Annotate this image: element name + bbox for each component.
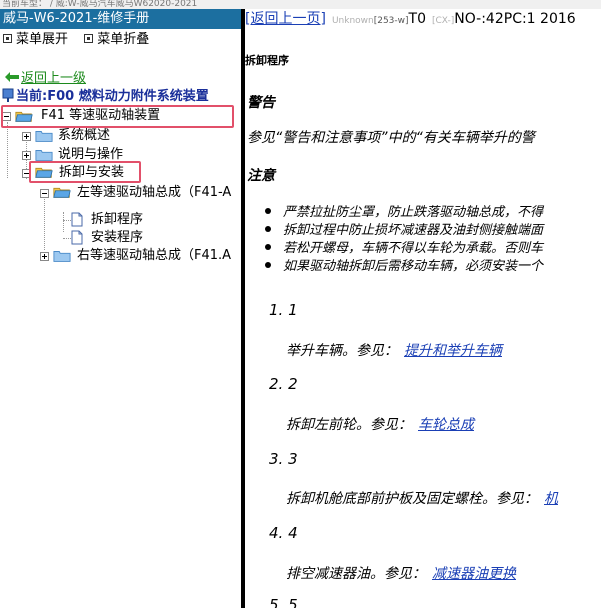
tree-line (44, 193, 45, 250)
tree-line (63, 212, 64, 232)
back-arrow-icon (5, 72, 19, 82)
step-number: 1. 1 (269, 301, 298, 319)
unknown-label: Unknown (331, 16, 374, 26)
tree-line (7, 122, 8, 178)
step-description: 举升车辆。参见： (286, 343, 398, 359)
tree-node-overview-label: 系统概述 (58, 128, 111, 143)
doc-t0: T0 (408, 11, 426, 27)
expand-icon (3, 34, 12, 43)
menu-expand-label: 菜单展开 (16, 32, 69, 47)
tree-node-install-procedure-label: 安装程序 (91, 230, 144, 245)
back-up-link-row: 返回上一级 (5, 71, 86, 87)
step-description: 拆卸左前轮。参见： (286, 417, 412, 433)
tree-node-removal-procedure-label: 拆卸程序 (91, 212, 144, 227)
menu-controls: 菜单展开 菜单折叠 (0, 29, 241, 51)
note-bullet: 拆卸过程中防止损坏减速器及油封侧接触端面 (265, 222, 543, 240)
expand-toggle-icon[interactable] (22, 151, 31, 160)
note-bullet: 严禁拉扯防尘罩，防止跌落驱动轴总成，不得 (265, 204, 543, 222)
note-bullet: 如果驱动轴拆卸后需移动车辆，必须安装一个 (265, 258, 543, 276)
back-up-link[interactable]: 返回上一级 (21, 71, 86, 86)
step-description: 排空减速器油。参见： (286, 566, 426, 582)
highlight-box-removal-install (29, 161, 141, 183)
highlight-box-f41 (1, 105, 234, 128)
note-heading: 注意 (247, 168, 275, 184)
warning-text: 参见“警告和注意事项”中的“有关车辆举升的警 (247, 130, 535, 146)
note-bullet-text: 若松开螺母，车辆不得以车轮为承载。否则车 (283, 241, 544, 256)
step-number: 4. 4 (269, 524, 298, 542)
step-text: 拆卸机舱底部前护板及固定螺栓。参见： 机 (286, 488, 558, 508)
bullet-dot (265, 226, 271, 232)
step-text: 拆卸左前轮。参见： 车轮总成 (286, 414, 474, 434)
tree-node-left-shaft-label: 左等速驱动轴总成（F41-A (77, 185, 232, 200)
open-folder-icon (53, 187, 71, 198)
step-number: 2. 2 (269, 375, 298, 393)
back-to-previous-page-link[interactable]: [返回上一页] (245, 11, 326, 27)
folder-icon (53, 251, 71, 262)
doc-cx: [CX-] (432, 16, 455, 26)
step-number: 3. 3 (269, 450, 298, 468)
folder-icon (35, 150, 53, 161)
current-section-label: 当前:F00 燃料动力附件系统装置 (16, 89, 209, 104)
content-header: [返回上一页] Unknown[253-w]T0 [CX-]NO-:42PC:1 2… (245, 9, 576, 29)
collapse-icon (84, 34, 94, 43)
step-reference-link[interactable]: 车轮总成 (418, 417, 474, 433)
menu-collapse-button[interactable]: 菜单折叠 (84, 32, 149, 47)
step-number: 5. 5 (269, 596, 298, 608)
expand-toggle-icon[interactable] (40, 252, 49, 261)
note-bullet: 若松开螺母，车辆不得以车轮为承载。否则车 (265, 240, 543, 258)
content-pane: [返回上一页] Unknown[253-w]T0 [CX-]NO-:42PC:1 2… (245, 9, 601, 608)
location-icon (2, 88, 14, 102)
step-reference-link[interactable]: 机 (544, 491, 558, 507)
step-reference-link[interactable]: 提升和举升车辆 (404, 343, 502, 359)
document-icon (71, 230, 83, 245)
tree-node-right-shaft-label: 右等速驱动轴总成（F41.A (77, 248, 232, 263)
bullet-dot (265, 244, 271, 250)
step-description: 拆卸机舱底部前护板及固定螺栓。参见： (286, 491, 538, 507)
step-text: 排空减速器油。参见： 减速器油更换 (286, 563, 516, 583)
bullet-dot (265, 208, 271, 214)
menu-expand-button[interactable]: 菜单展开 (3, 32, 68, 47)
page-title: 拆卸程序 (245, 54, 289, 67)
document-icon (71, 212, 83, 227)
doc-code: [253-w] (373, 16, 409, 26)
step-text: 举升车辆。参见： 提升和举升车辆 (286, 340, 502, 360)
step-reference-link[interactable]: 减速器油更换 (432, 566, 516, 582)
navigation-pane: 威马-W6-2021-维修手册 菜单展开 菜单折叠 返回上一级 当前:F00 燃… (0, 9, 241, 608)
tree-line (63, 220, 71, 221)
tree-line (63, 238, 71, 239)
expand-toggle-icon[interactable] (22, 132, 31, 141)
current-section: 当前:F00 燃料动力附件系统装置 (2, 88, 209, 104)
collapse-toggle-icon[interactable] (40, 189, 49, 198)
manual-title: 威马-W6-2021-维修手册 (0, 9, 241, 29)
bullet-dot (265, 262, 271, 268)
warning-heading: 警告 (247, 95, 275, 111)
note-bullet-text: 严禁拉扯防尘罩，防止跌落驱动轴总成，不得 (283, 205, 544, 220)
note-bullet-text: 拆卸过程中防止损坏减速器及油封侧接触端面 (283, 223, 544, 238)
folder-icon (35, 131, 53, 142)
doc-number: NO-:42PC:1 2016 (454, 11, 576, 27)
menu-collapse-label: 菜单折叠 (97, 32, 150, 47)
note-bullet-text: 如果驱动轴拆卸后需移动车辆，必须安装一个 (283, 259, 544, 274)
window-topbar: 当前车型： / 威:W-威马汽车威马W62020-2021 (0, 0, 601, 9)
